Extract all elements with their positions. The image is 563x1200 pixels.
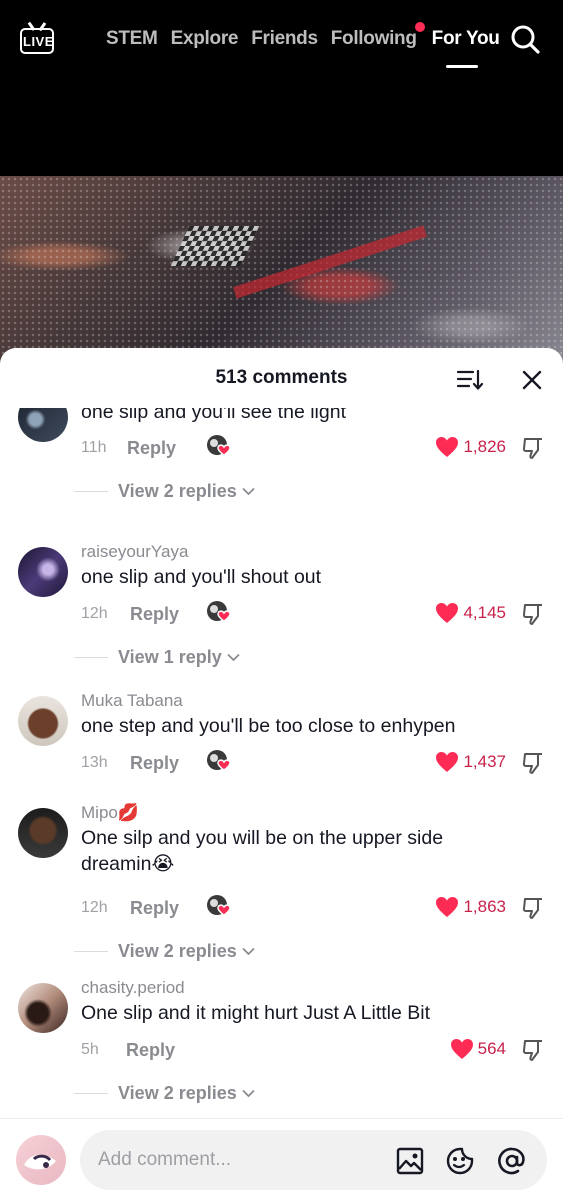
sort-icon[interactable]	[456, 368, 484, 392]
tab-following-label: Following	[330, 28, 417, 49]
image-icon[interactable]	[396, 1147, 424, 1175]
like-button[interactable]: 1,863	[435, 896, 506, 918]
replies-divider	[74, 951, 108, 952]
view-replies-button[interactable]: View 2 replies	[74, 941, 255, 962]
avatar[interactable]	[18, 808, 68, 858]
tab-explore[interactable]: Explore	[171, 28, 239, 50]
comment-text: one slip and you'll see the light	[81, 408, 346, 423]
dislike-icon[interactable]	[521, 602, 545, 626]
avatar[interactable]	[18, 696, 68, 746]
dislike-icon[interactable]	[521, 896, 545, 920]
like-button[interactable]: 4,145	[435, 602, 506, 624]
comments-header: 513 comments	[0, 348, 563, 408]
comments-sheet: 513 comments one slip and you'll see the…	[0, 348, 563, 1200]
heart-icon	[450, 1039, 473, 1059]
comment-text: One silp and you will be on the upper si…	[81, 827, 444, 875]
reply-button[interactable]: Reply	[127, 438, 176, 459]
like-count: 4,145	[463, 603, 506, 622]
comment-text: one step and you'll be too close to enhy…	[81, 715, 456, 737]
username[interactable]: chasity.period	[81, 978, 185, 998]
video-preview[interactable]	[0, 176, 563, 366]
tab-stem[interactable]: STEM	[106, 28, 158, 50]
username[interactable]: Mipo💋	[81, 803, 139, 823]
view-replies-label: View 2 replies	[118, 941, 237, 961]
comment-text: one slip and you'll shout out	[81, 566, 322, 588]
dislike-icon[interactable]	[521, 1038, 545, 1062]
chevron-down-icon	[242, 1089, 255, 1098]
chevron-down-icon	[242, 487, 255, 496]
view-replies-button[interactable]: View 2 replies	[74, 481, 255, 502]
avatar[interactable]	[18, 983, 68, 1033]
reply-button[interactable]: Reply	[126, 1040, 175, 1061]
comment-meta: 11h Reply	[81, 435, 176, 461]
reply-button[interactable]: Reply	[130, 753, 179, 774]
live-button[interactable]: LIVE	[20, 22, 56, 56]
comment-time: 12h	[81, 605, 108, 622]
creator-liked-icon	[207, 435, 231, 456]
live-label: LIVE	[23, 34, 54, 49]
view-replies-button[interactable]: View 2 replies	[74, 1083, 255, 1104]
comment-meta: 5h Reply	[81, 1037, 175, 1063]
search-icon[interactable]	[510, 24, 540, 54]
comments-list: one slip and you'll see the light 11h Re…	[0, 408, 563, 1118]
reply-button[interactable]: Reply	[130, 898, 179, 919]
comment-time: 12h	[81, 899, 108, 916]
chevron-down-icon	[227, 653, 240, 662]
tab-friends[interactable]: Friends	[251, 28, 318, 50]
username[interactable]: raiseyourYaya	[81, 542, 188, 562]
creator-liked-icon	[207, 601, 231, 622]
sticker-icon[interactable]	[446, 1147, 474, 1175]
comment-time: 5h	[81, 1041, 99, 1058]
comment-time: 13h	[81, 754, 108, 771]
heart-icon	[436, 897, 459, 917]
top-nav: LIVE STEM Explore Friends Following For …	[0, 0, 563, 176]
comment-input-bar	[0, 1118, 563, 1200]
like-button[interactable]: 564	[450, 1038, 506, 1060]
feed-tabs: STEM Explore Friends Following For You	[106, 22, 513, 68]
like-button[interactable]: 1,826	[435, 436, 506, 458]
replies-divider	[74, 1093, 108, 1094]
view-replies-button[interactable]: View 1 reply	[74, 647, 240, 668]
like-count: 1,863	[463, 897, 506, 916]
notification-dot	[414, 22, 425, 32]
comment-time: 11h	[81, 439, 107, 456]
comment-text: One slip and it might hurt Just A Little…	[81, 1002, 431, 1024]
chevron-down-icon	[242, 947, 255, 956]
avatar[interactable]	[18, 408, 68, 442]
my-avatar[interactable]	[16, 1135, 66, 1185]
replies-divider	[74, 491, 108, 492]
mention-icon[interactable]	[498, 1147, 526, 1175]
avatar-illustration	[24, 1154, 56, 1170]
like-count: 564	[477, 1039, 506, 1058]
comment-input-pill[interactable]	[80, 1130, 547, 1190]
close-icon[interactable]	[520, 368, 544, 392]
avatar[interactable]	[18, 547, 68, 597]
reply-button[interactable]: Reply	[130, 604, 179, 625]
tab-following[interactable]: Following	[330, 22, 425, 50]
replies-divider	[74, 657, 108, 658]
heart-icon	[436, 752, 459, 772]
view-replies-label: View 1 reply	[118, 647, 222, 667]
heart-icon	[436, 437, 459, 457]
dislike-icon[interactable]	[521, 751, 545, 775]
dislike-icon[interactable]	[521, 436, 545, 460]
view-replies-label: View 2 replies	[118, 1083, 237, 1103]
tab-for-you-label: For You	[431, 28, 500, 49]
username[interactable]: Muka Tabana	[81, 691, 183, 711]
comment-meta: 12h Reply	[81, 601, 179, 627]
comment-meta: 13h Reply	[81, 750, 179, 776]
view-replies-label: View 2 replies	[118, 481, 237, 501]
heart-icon	[436, 603, 459, 623]
comment-input[interactable]	[98, 1144, 388, 1176]
tab-for-you[interactable]: For You	[431, 28, 500, 68]
like-count: 1,826	[463, 437, 506, 456]
creator-liked-icon	[207, 895, 231, 916]
creator-liked-icon	[207, 750, 231, 771]
like-button[interactable]: 1,437	[435, 751, 506, 773]
active-tab-indicator	[445, 65, 478, 68]
comment-meta: 12h Reply	[81, 895, 179, 921]
like-count: 1,437	[463, 752, 506, 771]
